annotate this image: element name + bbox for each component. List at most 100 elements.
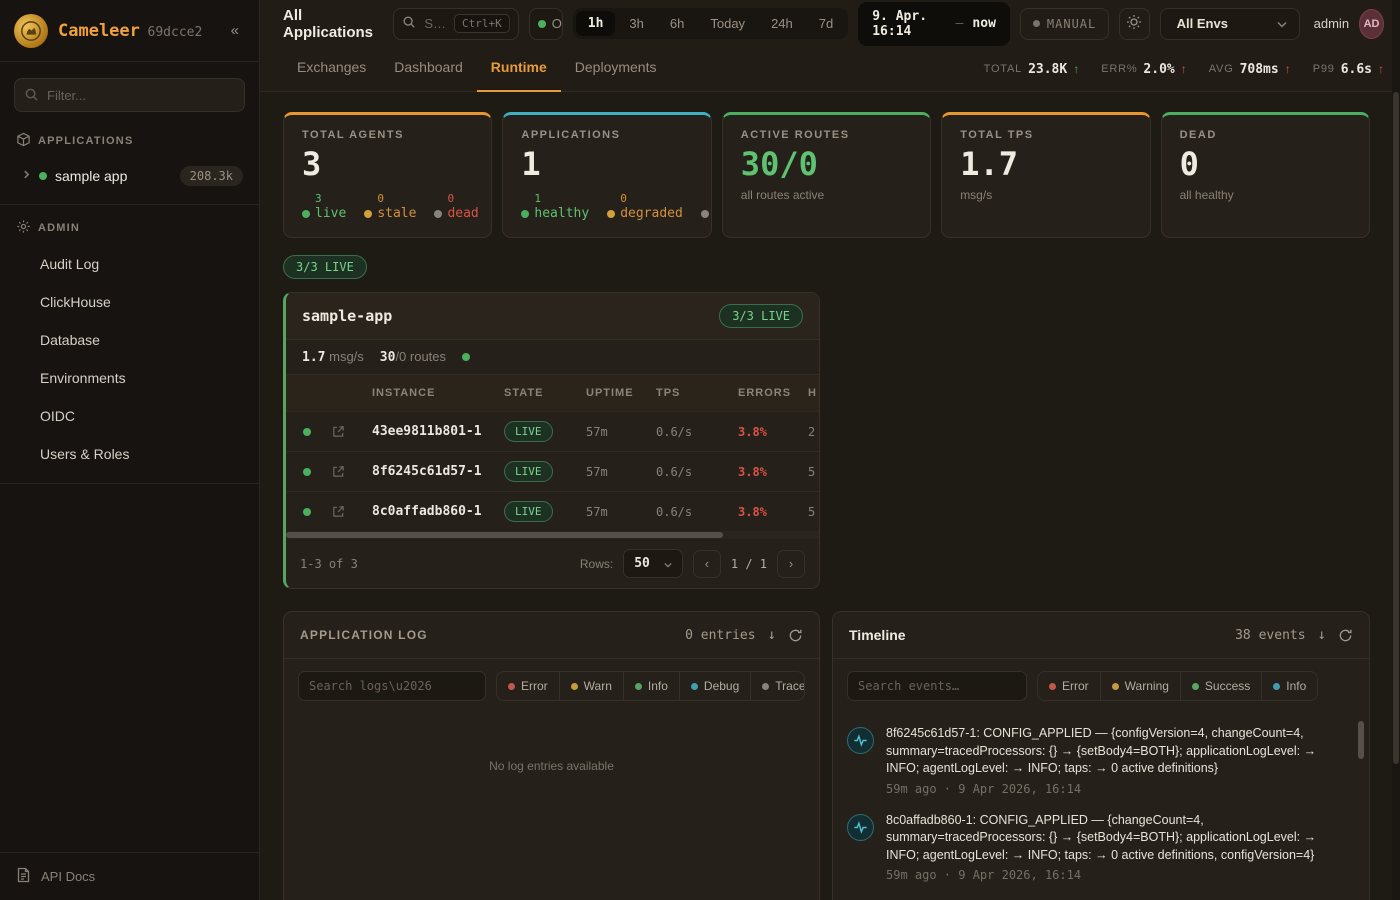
event-timestamp: 59m ago · 9 Apr 2026, 16:14 [886,868,1349,882]
timeline-scrollbar-thumb[interactable] [1358,721,1364,759]
stat-label: AVG [1209,63,1234,75]
uptime-cell: 57m [582,465,652,479]
sidebar-item-audit-log[interactable]: Audit Log [0,245,259,283]
card-applications: APPLICATIONS 1 1healthy 0degraded 0criti… [502,112,711,238]
filter-warning[interactable]: Warning [1100,672,1180,700]
online-status-button[interactable]: O [529,8,563,40]
rows-per-page-select[interactable]: 50 [623,549,683,578]
theme-toggle-button[interactable] [1119,8,1149,40]
sidebar-item-users-roles[interactable]: Users & Roles [0,435,259,473]
page-scrollbar[interactable] [1392,0,1400,900]
filter-error[interactable]: Error [497,672,559,700]
sidebar-item-clickhouse[interactable]: ClickHouse [0,283,259,321]
time-range-3h[interactable]: 3h [617,11,655,36]
refresh-icon[interactable] [788,628,803,643]
api-docs-label: API Docs [41,869,95,884]
event-search-input[interactable] [847,671,1027,701]
card-subtext: all routes active [741,188,912,202]
rows-per-page-label: Rows: [580,557,613,571]
event-list: 8f6245c61d57-1: CONFIG_APPLIED — {config… [833,713,1369,900]
timeline-event[interactable]: 8f6245c61d57-1: CONFIG_APPLIED — {config… [847,725,1349,796]
rows-per-page-value: 50 [634,556,650,571]
external-link-icon[interactable] [328,425,368,438]
filter-label: Trace [775,679,805,693]
download-icon[interactable]: ↓ [1318,627,1326,643]
api-docs-link[interactable]: API Docs [0,852,259,900]
page-scrollbar-thumb[interactable] [1393,92,1399,764]
filter-info[interactable]: Info [623,672,679,700]
filter-warn[interactable]: Warn [559,672,623,700]
timeline-controls: Error Warning Success Info [833,659,1369,713]
search-icon [24,87,39,105]
chevron-right-icon[interactable] [22,170,31,182]
time-range-24h[interactable]: 24h [759,11,805,36]
tps-cell: 0.6/s [652,465,734,479]
filter-info[interactable]: Info [1261,672,1317,700]
scrollbar-thumb[interactable] [286,532,723,538]
app-count-badge: 208.3k [180,166,243,186]
filter-label: Warning [1125,679,1169,693]
table-row[interactable]: 43ee9811b801-1 LIVE 57m 0.6/s 3.8% 2 [286,411,819,451]
time-range-today[interactable]: Today [698,11,757,36]
log-search-input[interactable] [298,671,486,701]
filter-success[interactable]: Success [1180,672,1261,700]
global-search-button[interactable]: S… Ctrl+K [393,8,518,40]
sidebar-item-database[interactable]: Database [0,321,259,359]
download-icon[interactable]: ↓ [768,627,776,643]
tab-dashboard[interactable]: Dashboard [380,47,477,92]
next-page-button[interactable]: › [777,550,805,578]
trace-dot [762,683,769,690]
tab-exchanges[interactable]: Exchanges [283,47,380,92]
meta-routes-unit: /0 routes [395,349,446,364]
stat-avg: AVG 708ms ↑ [1209,62,1291,77]
gear-icon [16,219,31,237]
filter-trace[interactable]: Trace [750,672,805,700]
avatar[interactable]: AD [1359,9,1384,39]
prev-page-button[interactable]: ‹ [693,550,721,578]
time-range-6h[interactable]: 6h [658,11,696,36]
search-placeholder-text: S… [424,16,446,31]
date-to: now [972,16,995,31]
timeline-event[interactable]: 8c0affadb860-1: CONFIG_APPLIED — {change… [847,812,1349,883]
agent-panel-meta: 1.7 msg/s 30/0 routes [286,340,819,375]
refresh-icon[interactable] [1338,628,1353,643]
card-value: 0 [1180,147,1351,182]
table-row[interactable]: 8f6245c61d57-1 LIVE 57m 0.6/s 3.8% 5 [286,451,819,491]
filter-label: Debug [704,679,739,693]
sidebar-filter-input[interactable] [14,78,245,112]
environment-select[interactable]: All Envs [1160,8,1300,40]
sidebar-item-sample-app[interactable]: sample app 208.3k [0,158,259,194]
document-icon [16,867,31,886]
date-range-display[interactable]: 9. Apr. 16:14 – now [858,2,1010,46]
stale-dot [364,210,372,218]
external-link-icon[interactable] [328,505,368,518]
manual-label: MANUAL [1047,17,1096,31]
tab-runtime[interactable]: Runtime [477,47,561,92]
chevron-down-icon [1277,16,1287,31]
stat-label: P99 [1313,63,1335,75]
breakdown-count: 0 [447,192,478,206]
breakdown-label: degraded [620,206,683,222]
filter-label: Error [521,679,548,693]
tab-deployments[interactable]: Deployments [561,47,671,92]
stat-label: ERR% [1101,63,1137,75]
stat-value: 23.8K [1028,62,1067,77]
divider [0,483,259,484]
sidebar-item-environments[interactable]: Environments [0,359,259,397]
table-row[interactable]: 8c0affadb860-1 LIVE 57m 0.6/s 3.8% 5 [286,491,819,531]
sidebar-collapse-button[interactable]: « [225,20,245,41]
instance-id: 43ee9811b801-1 [368,424,500,439]
time-range-1h[interactable]: 1h [576,11,616,36]
horizontal-scrollbar[interactable] [286,531,819,539]
errors-cell: 3.8% [734,505,804,519]
filter-error[interactable]: Error [1038,672,1100,700]
filter-debug[interactable]: Debug [679,672,750,700]
warn-dot [571,683,578,690]
search-shortcut-kbd: Ctrl+K [454,14,510,33]
manual-refresh-button[interactable]: MANUAL [1020,8,1109,40]
col-h-clipped: H [804,387,820,399]
time-range-7d[interactable]: 7d [807,11,845,36]
external-link-icon[interactable] [328,465,368,478]
application-log-header: APPLICATION LOG 0 entries ↓ [284,612,819,659]
sidebar-item-oidc[interactable]: OIDC [0,397,259,435]
